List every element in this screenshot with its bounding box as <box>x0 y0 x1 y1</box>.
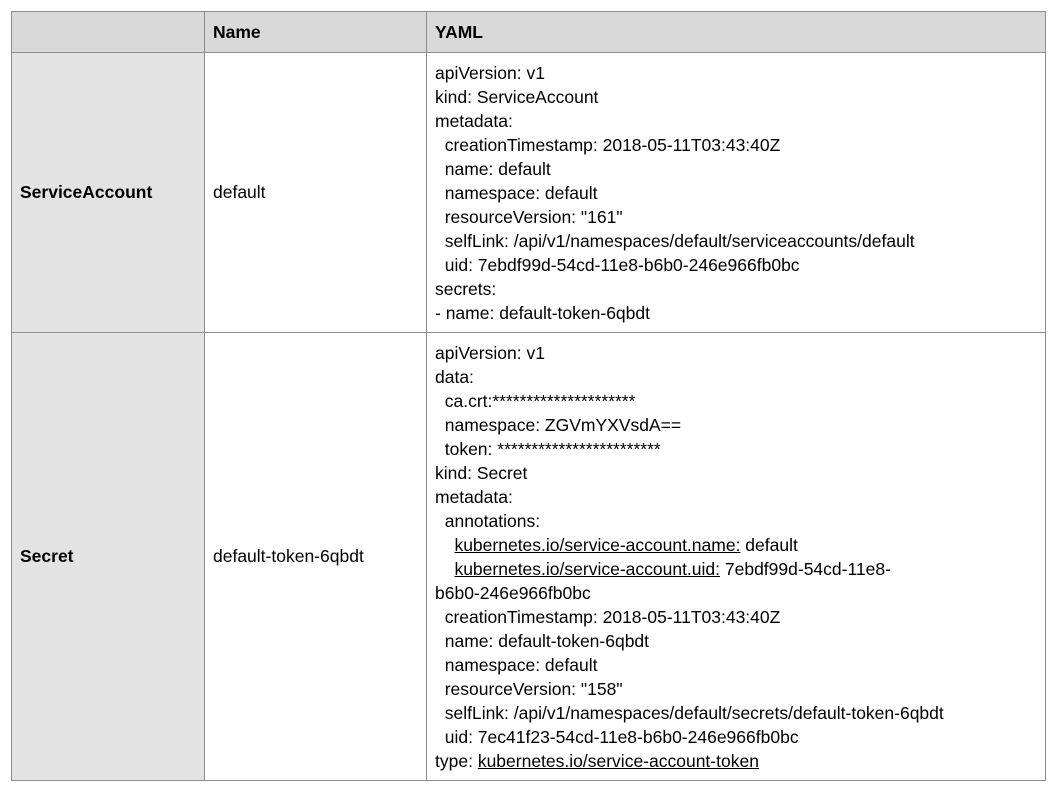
name-cell: default <box>204 52 427 333</box>
yaml-line: resourceVersion: "161" <box>435 205 1037 229</box>
header-kind <box>11 11 205 53</box>
yaml-text: - name: default-token-6qbdt <box>435 302 650 323</box>
yaml-line: namespace: default <box>435 653 1037 677</box>
name-cell: default-token-6qbdt <box>204 332 427 781</box>
yaml-line: secrets: <box>435 277 1037 301</box>
yaml-text: default <box>740 534 798 555</box>
table-row-secret: Secret default-token-6qbdt apiVersion: v… <box>11 332 1046 781</box>
yaml-text: resourceVersion: "161" <box>435 206 623 227</box>
header-yaml: YAML <box>426 11 1046 53</box>
yaml-text: apiVersion: v1 <box>435 62 545 83</box>
yaml-cell: apiVersion: v1 kind: ServiceAccount metada… <box>426 52 1046 333</box>
yaml-line: apiVersion: v1 <box>435 61 1037 85</box>
yaml-cell: apiVersion: v1 data: ca.crt:*************… <box>426 332 1046 781</box>
yaml-line: uid: 7ebdf99d-54cd-11e8-b6b0-246e966fb0b… <box>435 253 1037 277</box>
yaml-text: token: ************************ <box>435 438 661 459</box>
yaml-link[interactable]: kubernetes.io/service-account-token <box>478 751 759 771</box>
yaml-text: metadata: <box>435 486 513 507</box>
yaml-text: selfLink: /api/v1/namespaces/default/sec… <box>435 702 944 723</box>
resource-table: Name YAML ServiceAccount default apiVers… <box>11 11 1046 781</box>
yaml-text: 7ebdf99d-54cd-11e8- <box>720 558 891 579</box>
yaml-text: data: <box>435 366 474 387</box>
yaml-line: resourceVersion: "158" <box>435 677 1037 701</box>
yaml-text: creationTimestamp: 2018-05-11T03:43:40Z <box>435 606 781 627</box>
yaml-text: b6b0-246e966fb0bc <box>435 582 591 603</box>
kind-cell: Secret <box>11 332 205 781</box>
yaml-text: kind: ServiceAccount <box>435 86 599 107</box>
yaml-line: kind: ServiceAccount <box>435 85 1037 109</box>
table-row-serviceaccount: ServiceAccount default apiVersion: v1 kin… <box>11 52 1046 333</box>
header-row: Name YAML <box>11 11 1046 53</box>
yaml-prefix <box>435 559 454 579</box>
yaml-text: kind: Secret <box>435 462 528 483</box>
yaml-text: name: default-token-6qbdt <box>435 630 650 651</box>
yaml-line: b6b0-246e966fb0bc <box>435 581 1037 605</box>
yaml-line: namespace: ZGVmYXVsdA== <box>435 413 1037 437</box>
yaml-text: metadata: <box>435 110 513 131</box>
yaml-text: creationTimestamp: 2018-05-11T03:43:40Z <box>435 134 781 155</box>
yaml-line: kind: Secret <box>435 461 1037 485</box>
yaml-text: apiVersion: v1 <box>435 342 545 363</box>
yaml-text: annotations: <box>435 510 541 531</box>
yaml-line: metadata: <box>435 485 1037 509</box>
yaml-line: kubernetes.io/service-account.uid: 7ebdf… <box>435 557 1037 581</box>
kind-cell: ServiceAccount <box>11 52 205 333</box>
yaml-line: name: default <box>435 157 1037 181</box>
yaml-text: uid: 7ec41f23-54cd-11e8-b6b0-246e966fb0b… <box>435 726 799 747</box>
yaml-text: secrets: <box>435 278 497 299</box>
yaml-link[interactable]: kubernetes.io/service-account.name: <box>454 535 740 555</box>
yaml-line: apiVersion: v1 <box>435 341 1037 365</box>
header-name: Name <box>204 11 427 53</box>
yaml-line: namespace: default <box>435 181 1037 205</box>
yaml-line: selfLink: /api/v1/namespaces/default/sec… <box>435 701 1037 725</box>
yaml-text: ca.crt:********************* <box>435 390 636 411</box>
yaml-prefix: type: <box>435 750 478 771</box>
yaml-block: apiVersion: v1 kind: ServiceAccount metada… <box>435 61 1037 325</box>
yaml-text: name: default <box>435 158 551 179</box>
yaml-text: resourceVersion: "158" <box>435 678 623 699</box>
yaml-text: selfLink: /api/v1/namespaces/default/ser… <box>435 230 915 251</box>
yaml-block: apiVersion: v1 data: ca.crt:*************… <box>435 341 1037 773</box>
yaml-text: namespace: default <box>435 654 598 675</box>
yaml-text: namespace: default <box>435 182 598 203</box>
yaml-line: data: <box>435 365 1037 389</box>
yaml-line: type: kubernetes.io/service-account-toke… <box>435 749 1037 773</box>
yaml-link[interactable]: kubernetes.io/service-account.uid: <box>454 559 720 579</box>
yaml-line: - name: default-token-6qbdt <box>435 301 1037 325</box>
yaml-line: creationTimestamp: 2018-05-11T03:43:40Z <box>435 605 1037 629</box>
yaml-line: kubernetes.io/service-account.name: defa… <box>435 533 1037 557</box>
yaml-line: selfLink: /api/v1/namespaces/default/ser… <box>435 229 1037 253</box>
yaml-line: annotations: <box>435 509 1037 533</box>
yaml-line: uid: 7ec41f23-54cd-11e8-b6b0-246e966fb0b… <box>435 725 1037 749</box>
yaml-text: namespace: ZGVmYXVsdA== <box>435 414 682 435</box>
yaml-prefix <box>435 535 454 555</box>
yaml-line: ca.crt:********************* <box>435 389 1037 413</box>
yaml-line: metadata: <box>435 109 1037 133</box>
yaml-line: creationTimestamp: 2018-05-11T03:43:40Z <box>435 133 1037 157</box>
yaml-line: name: default-token-6qbdt <box>435 629 1037 653</box>
yaml-text: uid: 7ebdf99d-54cd-11e8-b6b0-246e966fb0b… <box>435 254 800 275</box>
yaml-line: token: ************************ <box>435 437 1037 461</box>
